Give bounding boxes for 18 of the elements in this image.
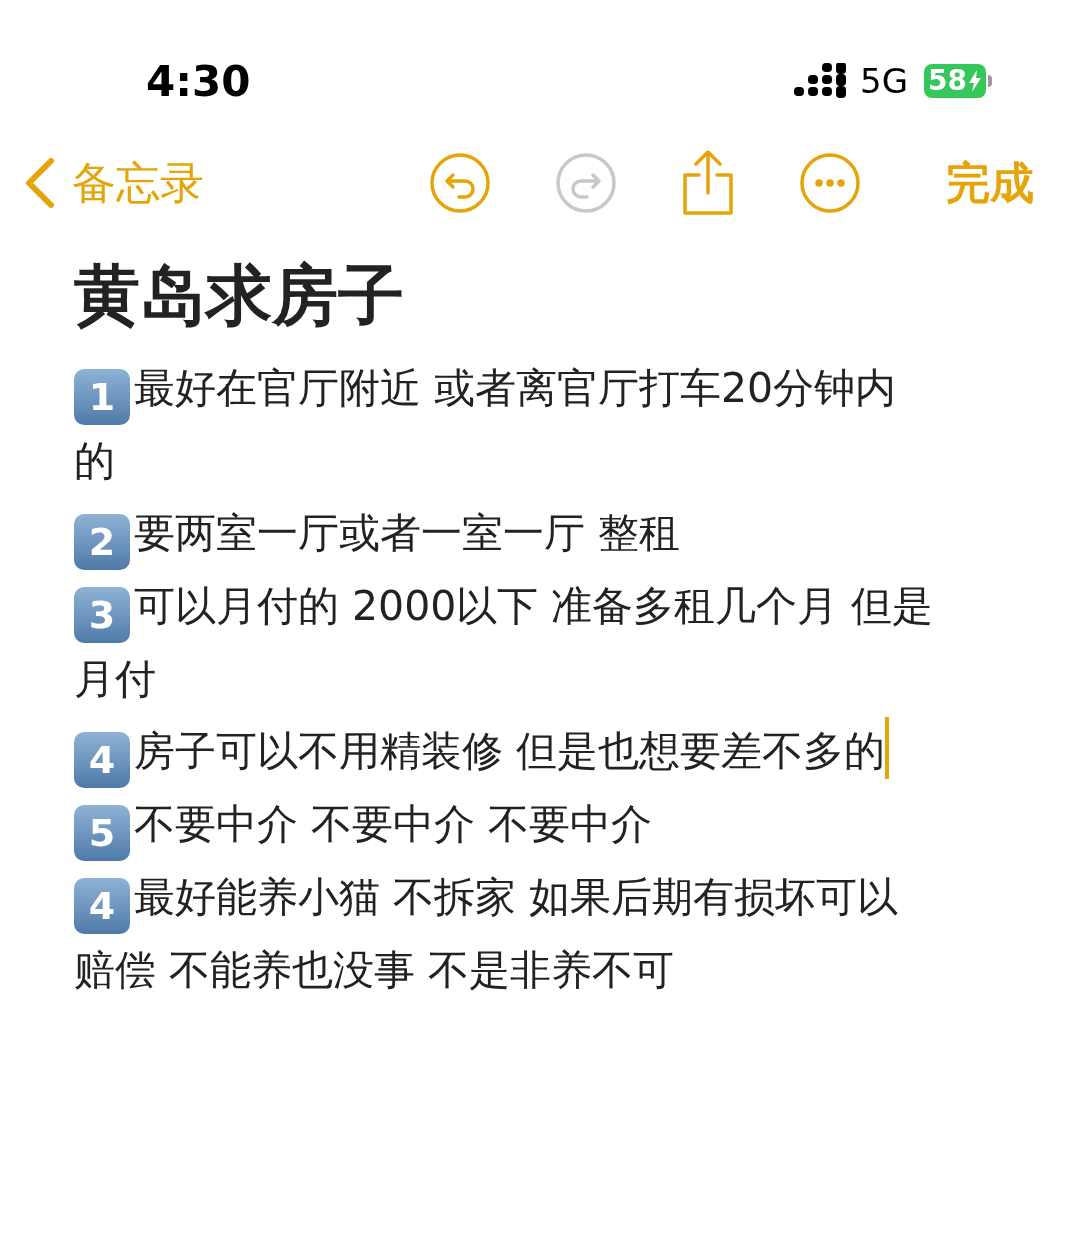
note-text: 5 不要中介 不要中介 不要中介 bbox=[74, 788, 936, 861]
network-label: 5G bbox=[860, 59, 909, 103]
share-icon[interactable] bbox=[681, 149, 735, 217]
status-time: 4:30 bbox=[146, 55, 251, 108]
back-button[interactable]: 备忘录 bbox=[24, 150, 204, 216]
note-title: 黄岛求房子 bbox=[74, 256, 405, 336]
redo-icon[interactable] bbox=[555, 152, 617, 214]
note-text: 4 房子可以不用精装修 但是也想要差不多的 bbox=[74, 715, 936, 788]
note-text: 2 要两室一厅或者一室一厅 整租 bbox=[74, 497, 936, 570]
battery-level: 58 bbox=[928, 67, 967, 95]
more-icon[interactable] bbox=[799, 152, 861, 214]
done-button[interactable]: 完成 bbox=[946, 150, 1034, 216]
note-text: 3 可以月付的 2000以下 准备多租几个月 但是月付 bbox=[74, 581, 935, 705]
note-text: 4 最好能养小猫 不拆家 如果后期有损坏可以赔偿 不能养也没事 不是非养不可 bbox=[74, 872, 900, 996]
chevron-left-icon bbox=[24, 157, 56, 209]
note-text: 1 最好在官厅附近 或者离官厅打车20分钟内的 bbox=[74, 363, 898, 487]
signal-icon bbox=[794, 63, 849, 99]
undo-icon[interactable] bbox=[429, 152, 491, 214]
